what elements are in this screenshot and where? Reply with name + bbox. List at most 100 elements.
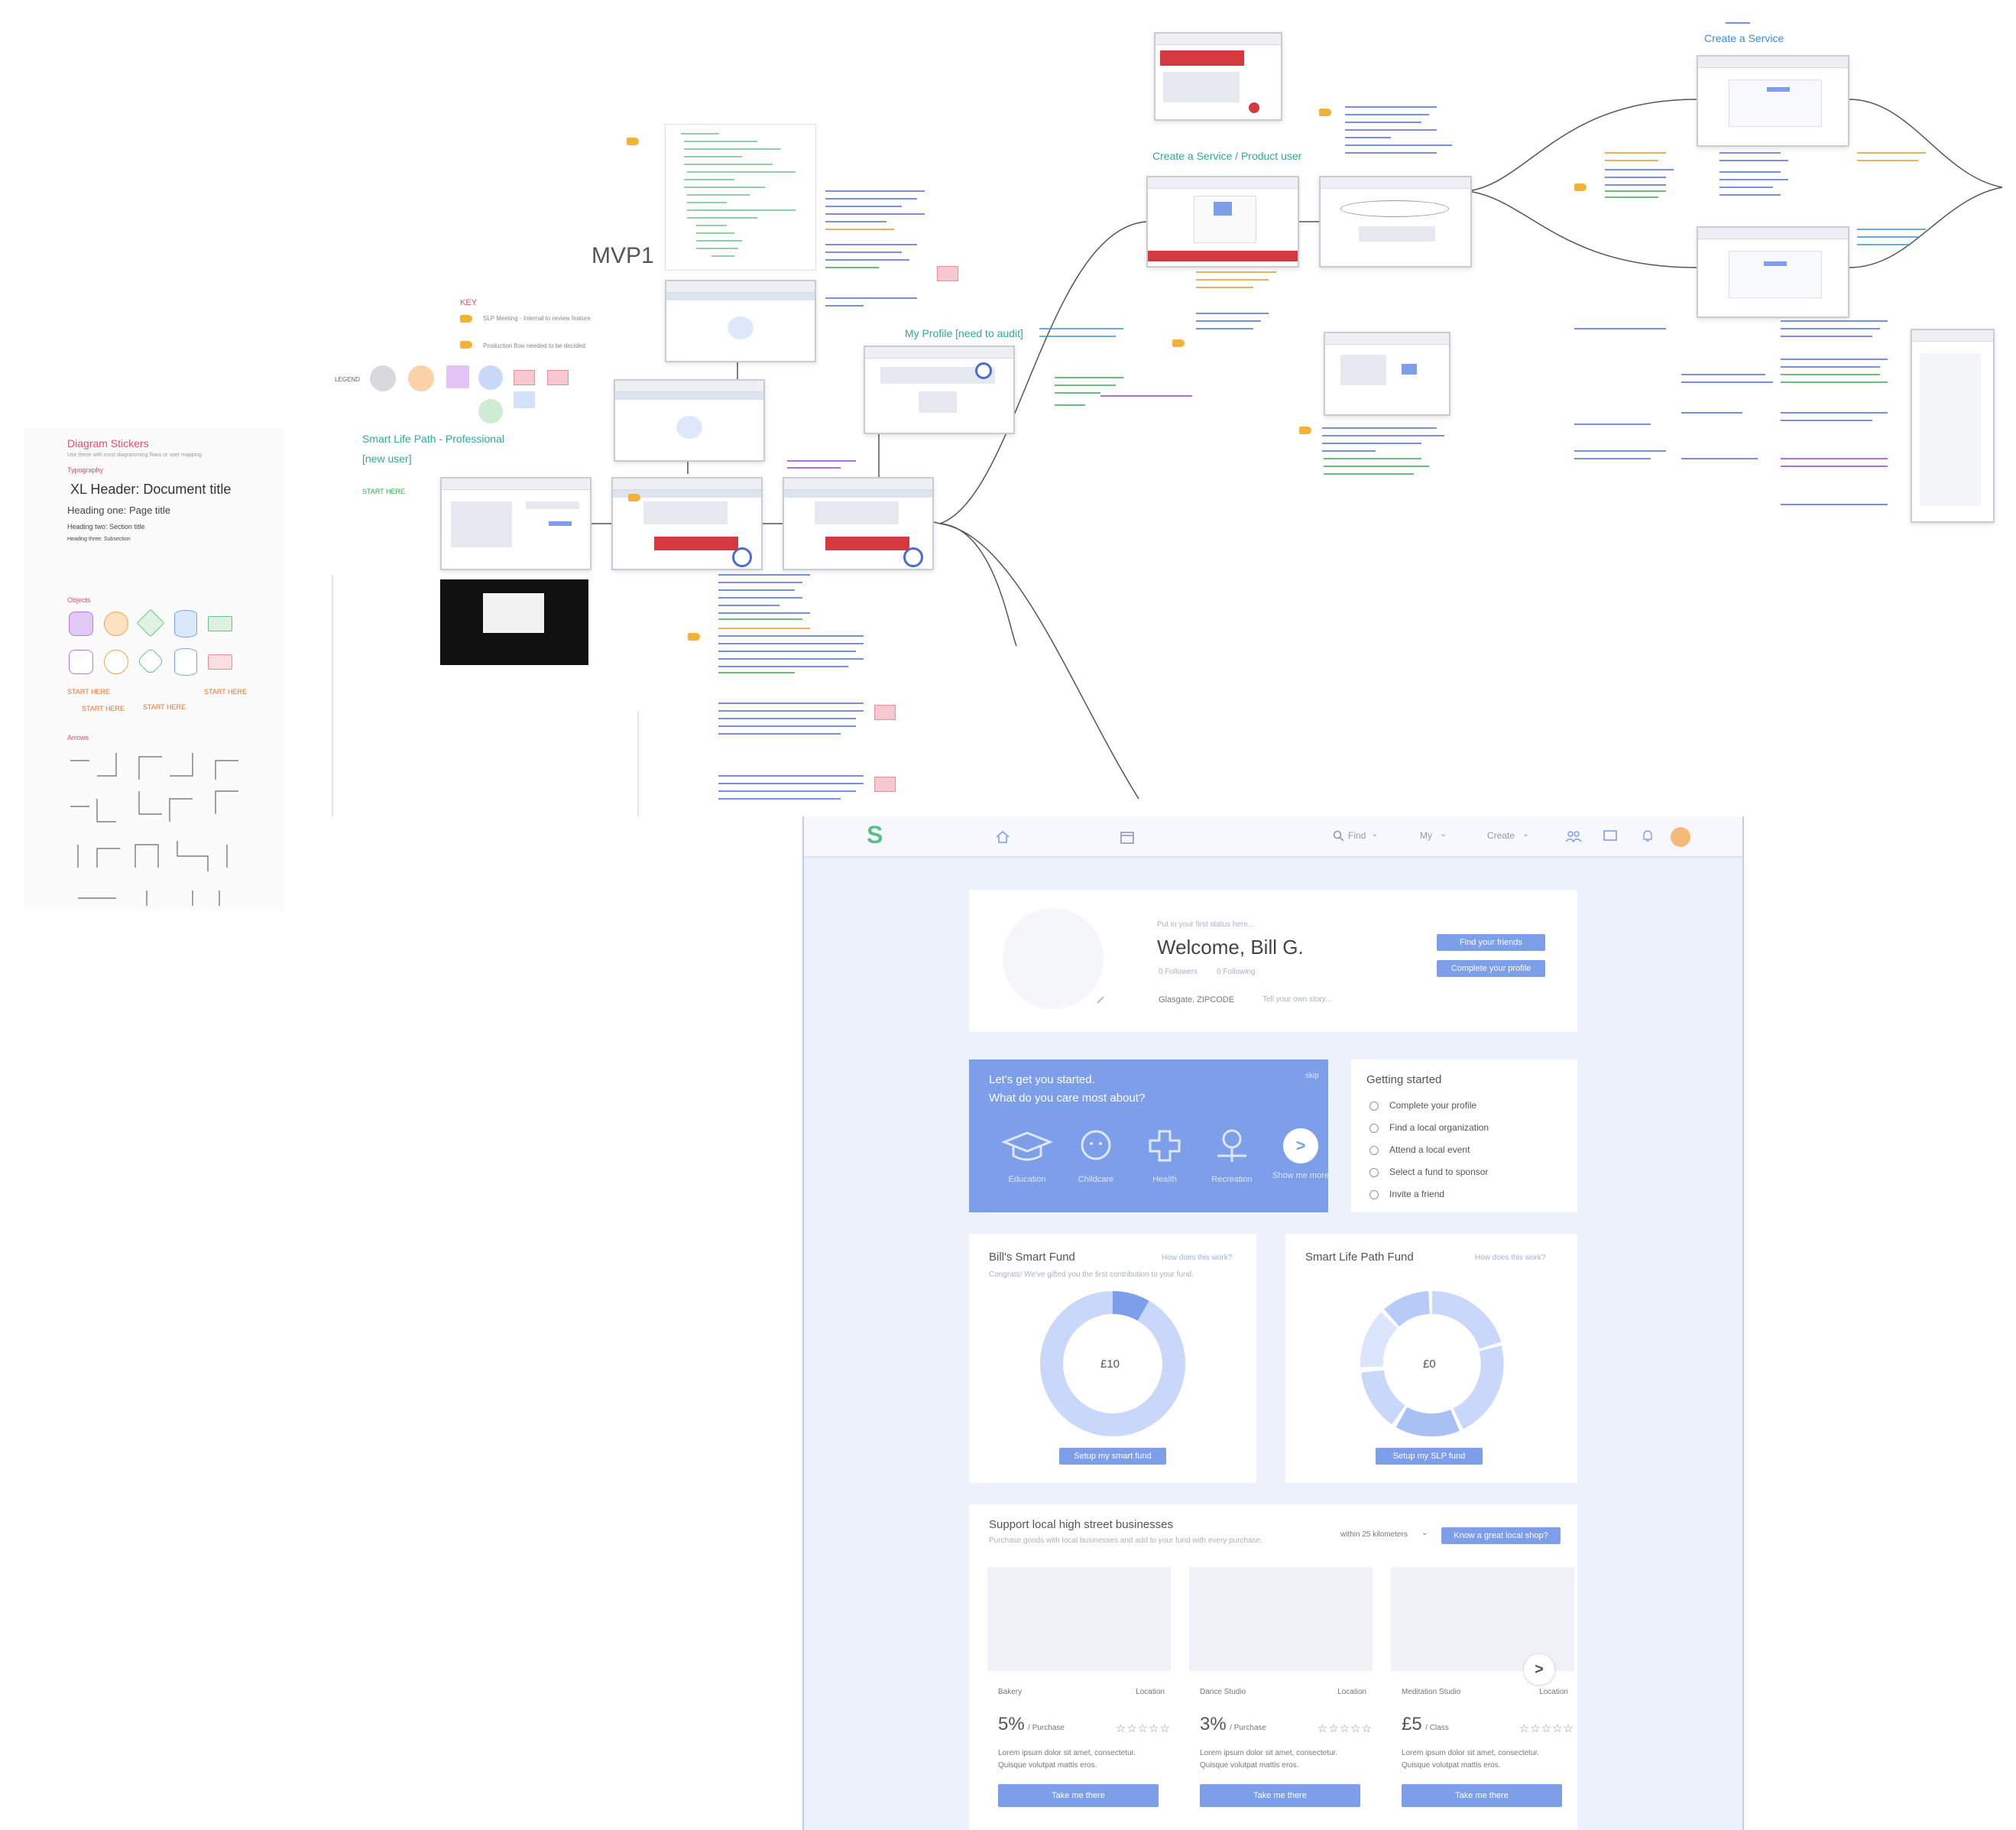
search-icon[interactable] — [1333, 830, 1345, 842]
how-does-this-work-link[interactable]: How does this work? — [1475, 1254, 1545, 1262]
local-title: Support local high street businesses — [989, 1518, 1173, 1531]
how-does-this-work-link[interactable]: How does this work? — [1162, 1254, 1232, 1262]
shop-location: Location — [1337, 1688, 1366, 1696]
followers-count[interactable]: 0 Followers — [1159, 968, 1198, 976]
shop-location: Location — [1136, 1688, 1165, 1696]
care-line-1: Let's get you started. — [989, 1073, 1095, 1086]
carousel-next-button[interactable]: > — [1524, 1654, 1554, 1685]
message-icon[interactable] — [1603, 829, 1617, 843]
rating-stars[interactable]: ☆☆☆☆☆ — [1318, 1721, 1373, 1735]
welcome-heading: Welcome, Bill G. — [1157, 936, 1304, 959]
chevron-down-icon: ⌄ — [1522, 829, 1530, 839]
status-input[interactable]: Put in your first status here... — [1157, 920, 1254, 929]
take-me-there-button[interactable]: Take me there — [998, 1784, 1159, 1807]
category-label: Childcare — [1078, 1175, 1114, 1184]
chevron-down-icon: ⌄ — [1421, 1529, 1428, 1537]
complete-profile-button[interactable]: Complete your profile — [1437, 960, 1545, 977]
setup-smart-fund-button[interactable]: Setup my smart fund — [1059, 1448, 1166, 1465]
category-label: Show me more — [1272, 1171, 1329, 1180]
profile-photo[interactable] — [1003, 908, 1104, 1009]
local-subtitle: Purchase goods with local businesses and… — [989, 1536, 1262, 1545]
shop-reward: 5% / Purchase — [998, 1714, 1065, 1734]
shop-card-dance[interactable]: Dance Studio Location 3% / Purchase ☆☆☆☆… — [1189, 1567, 1373, 1812]
checklist-item[interactable]: Attend a local event — [1369, 1139, 1489, 1161]
local-businesses-card: Support local high street businesses Pur… — [969, 1504, 1577, 1830]
getting-started-card: Getting started Complete your profile Fi… — [1351, 1059, 1577, 1212]
know-local-shop-button[interactable]: Know a great local shop? — [1441, 1527, 1561, 1544]
setup-slp-fund-button[interactable]: Setup my SLP fund — [1376, 1448, 1483, 1465]
rating-stars[interactable]: ☆☆☆☆☆ — [1116, 1721, 1171, 1735]
smart-fund-title: Bill's Smart Fund — [989, 1251, 1075, 1264]
annotation-hand-4 — [1574, 183, 1587, 191]
annotation-hand-2 — [1172, 339, 1185, 347]
shop-desc: Lorem ipsum dolor sit amet, consectetur. — [1402, 1749, 1540, 1757]
home-icon[interactable] — [995, 830, 1010, 844]
care-about-card: Let's get you started. What do you care … — [969, 1059, 1331, 1212]
getting-started-title: Getting started — [1366, 1073, 1442, 1086]
shop-card-meditation[interactable]: Meditation Studio Location £5 / Class ☆☆… — [1391, 1567, 1574, 1812]
skip-link[interactable]: skip — [1305, 1072, 1319, 1080]
app-logo[interactable]: S — [867, 821, 883, 849]
profile-location: Glasgate, ZIPCODE — [1159, 995, 1235, 1004]
category-childcare[interactable]: Childcare — [1065, 1128, 1126, 1184]
annotation-scribbles — [718, 22, 1926, 800]
baby-icon — [1081, 1130, 1111, 1160]
shop-card-bakery[interactable]: Bakery Location 5% / Purchase ☆☆☆☆☆ Lore… — [987, 1567, 1171, 1812]
checklist-item[interactable]: Find a local organization — [1369, 1117, 1489, 1139]
shop-reward: £5 / Class — [1402, 1714, 1449, 1734]
graduation-cap-icon — [1000, 1131, 1054, 1161]
health-cross-icon — [1149, 1130, 1181, 1162]
checklist-item[interactable]: Invite a friend — [1369, 1183, 1489, 1205]
nav-find[interactable]: Find — [1348, 830, 1366, 841]
rating-stars[interactable]: ☆☆☆☆☆ — [1519, 1721, 1574, 1735]
annotation-pink-2 — [874, 705, 896, 720]
shop-name: Bakery — [998, 1688, 1023, 1696]
smart-fund-card: Bill's Smart Fund How does this work? Co… — [969, 1234, 1256, 1483]
shop-location: Location — [1539, 1688, 1568, 1696]
shop-name: Dance Studio — [1200, 1688, 1246, 1696]
chevron-down-icon: ⌄ — [1440, 829, 1447, 839]
slp-fund-amount: £0 — [1423, 1358, 1436, 1371]
avatar[interactable] — [1671, 827, 1690, 847]
calendar-icon[interactable] — [1120, 830, 1134, 844]
shop-image — [1189, 1567, 1373, 1671]
park-tree-icon — [1217, 1129, 1246, 1162]
nav-my[interactable]: My — [1420, 830, 1432, 841]
category-show-more[interactable]: > Show me more — [1270, 1128, 1331, 1180]
shop-desc: Quisque volutpat mattis eros. — [998, 1761, 1097, 1770]
following-count[interactable]: 0 Following — [1217, 968, 1256, 976]
radius-select[interactable]: within 25 kilometers — [1340, 1530, 1408, 1539]
shop-desc: Lorem ipsum dolor sit amet, consectetur. — [1200, 1749, 1338, 1757]
category-health[interactable]: Health — [1134, 1128, 1195, 1184]
shop-desc: Quisque volutpat mattis eros. — [1200, 1761, 1299, 1770]
find-friends-button[interactable]: Find your friends — [1437, 934, 1545, 951]
shop-reward: 3% / Purchase — [1200, 1714, 1266, 1734]
take-me-there-button[interactable]: Take me there — [1402, 1784, 1562, 1807]
shop-desc: Quisque volutpat mattis eros. — [1402, 1761, 1501, 1770]
annotation-hand-5 — [1299, 427, 1311, 434]
nav-create[interactable]: Create — [1487, 830, 1515, 841]
care-line-2: What do you care most about? — [989, 1092, 1146, 1105]
chevron-down-icon: ⌄ — [1371, 829, 1379, 839]
story-input[interactable]: Tell your own story... — [1262, 995, 1331, 1004]
category-education[interactable]: Education — [997, 1128, 1058, 1184]
shop-desc: Lorem ipsum dolor sit amet, consectetur. — [998, 1749, 1136, 1757]
annotation-hand-1 — [627, 138, 639, 145]
annotation-hand-7 — [628, 494, 640, 501]
top-nav: S Find ⌄ My ⌄ Create ⌄ — [804, 816, 1742, 858]
annotation-pink-1 — [937, 266, 958, 281]
shop-name: Meditation Studio — [1402, 1688, 1461, 1696]
people-icon[interactable] — [1565, 830, 1582, 842]
edit-pencil-icon[interactable] — [1096, 994, 1107, 1004]
category-label: Health — [1152, 1175, 1177, 1184]
shop-image — [987, 1567, 1171, 1671]
checklist-item[interactable]: Select a fund to sponsor — [1369, 1161, 1489, 1183]
take-me-there-button[interactable]: Take me there — [1200, 1784, 1360, 1807]
bell-icon[interactable] — [1642, 829, 1654, 843]
home-dashboard-wireframe: S Find ⌄ My ⌄ Create ⌄ Put in your first… — [802, 816, 1744, 1830]
category-recreation[interactable]: Recreation — [1201, 1128, 1262, 1184]
chevron-right-icon: > — [1283, 1128, 1318, 1163]
annotation-pink-3 — [874, 777, 896, 792]
checklist-item[interactable]: Complete your profile — [1369, 1095, 1489, 1117]
slp-fund-title: Smart Life Path Fund — [1305, 1251, 1414, 1264]
